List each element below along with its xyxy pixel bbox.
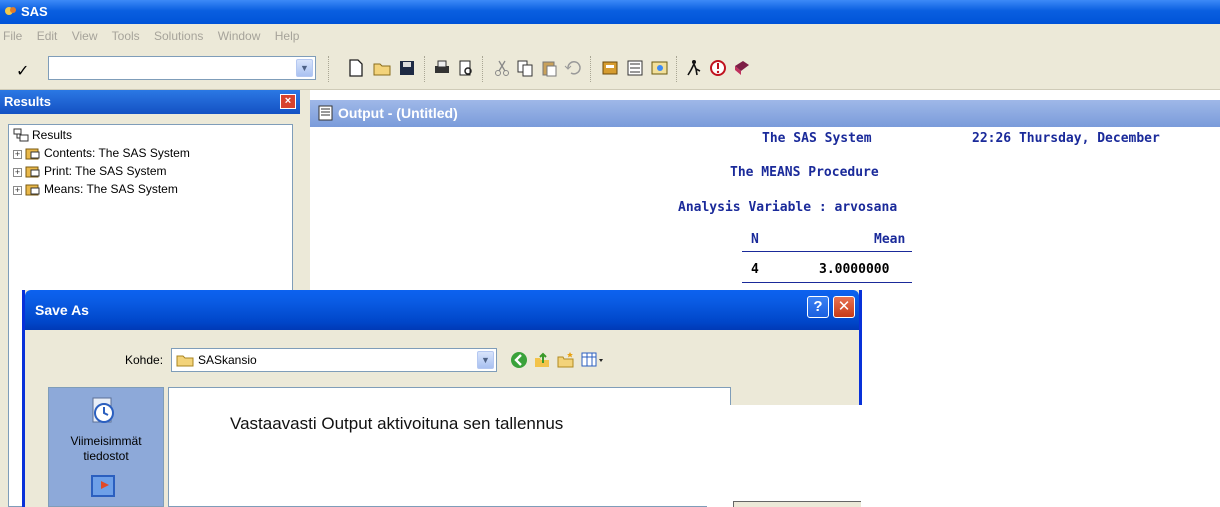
places-bar: Viimeisimmät tiedostot — [48, 387, 164, 507]
find-icon[interactable] — [650, 58, 670, 78]
back-icon[interactable] — [510, 351, 528, 369]
help-button[interactable]: ? — [807, 296, 829, 318]
recent-files-label-line1: Viimeisimmät — [70, 434, 142, 448]
save-icon[interactable] — [397, 58, 417, 78]
submit-icon[interactable] — [708, 58, 728, 78]
copy-icon[interactable] — [515, 58, 535, 78]
menu-tools[interactable]: Tools — [112, 29, 140, 43]
expand-icon[interactable]: + — [13, 186, 22, 195]
output-column-mean: Mean — [874, 232, 906, 247]
chevron-down-icon[interactable]: ▼ — [296, 59, 313, 77]
explorer-icon[interactable] — [625, 58, 645, 78]
recent-files-icon[interactable] — [89, 396, 119, 426]
results-panel-title: Results — [4, 94, 51, 109]
save-as-title: Save As — [35, 302, 89, 318]
undo-icon[interactable] — [563, 58, 583, 78]
help-book-icon[interactable] — [732, 58, 752, 78]
output-analysis-variable: Analysis Variable : arvosana — [678, 200, 898, 215]
tree-root[interactable]: Results — [13, 126, 72, 144]
tree-item-label: Print: The SAS System — [44, 164, 167, 178]
command-input[interactable]: ▼ — [48, 56, 316, 80]
menu-bar: File Edit View Tools Solutions Window He… — [0, 24, 1220, 48]
toolbar: ✓ ▼ — [0, 48, 1220, 90]
view-menu-icon[interactable] — [581, 351, 605, 369]
print-icon[interactable] — [432, 58, 452, 78]
output-window-icon — [318, 105, 333, 121]
output-column-n: N — [751, 232, 759, 247]
results-panel-header: Results × — [0, 90, 300, 114]
caption-background — [707, 405, 1220, 507]
menu-view[interactable]: View — [72, 29, 98, 43]
save-as-title-bar[interactable]: Save As ? ✕ — [25, 290, 859, 330]
up-folder-icon[interactable] — [533, 351, 551, 369]
output-value-n: 4 — [751, 262, 759, 277]
close-button[interactable]: ✕ — [833, 296, 855, 318]
sas-app-icon — [5, 7, 16, 15]
expand-icon[interactable]: + — [13, 168, 22, 177]
folder-icon — [176, 355, 194, 367]
tree-item-label: Means: The SAS System — [44, 182, 178, 196]
caption-text: Vastaavasti Output aktivoituna sen talle… — [230, 414, 564, 433]
output-window-title-bar[interactable]: Output - (Untitled) — [310, 100, 1220, 127]
output-system-title: The SAS System — [762, 131, 872, 146]
save-button[interactable] — [733, 501, 861, 507]
menu-solutions[interactable]: Solutions — [154, 29, 203, 43]
recent-files-label-line2: tiedostot — [83, 449, 129, 463]
tree-root-label: Results — [32, 128, 73, 142]
output-window-title: Output - (Untitled) — [338, 105, 458, 121]
output-table-rule — [742, 251, 912, 252]
app-title-bar: SAS — [0, 0, 1220, 24]
expand-icon[interactable]: + — [13, 150, 22, 159]
results-folder-icon — [25, 166, 40, 178]
menu-window[interactable]: Window — [218, 29, 261, 43]
new-icon[interactable] — [346, 58, 366, 78]
command-check-icon[interactable]: ✓ — [16, 61, 29, 81]
cut-icon[interactable] — [492, 58, 512, 78]
results-folder-icon — [25, 148, 40, 160]
menu-help[interactable]: Help — [275, 29, 300, 43]
paste-icon[interactable] — [539, 58, 559, 78]
results-root-icon — [13, 128, 29, 142]
output-timestamp: 22:26 Thursday, December — [972, 131, 1160, 146]
toolbar-separator — [676, 56, 678, 82]
run-icon[interactable] — [684, 58, 704, 78]
toolbar-separator — [424, 56, 426, 82]
output-procedure: The MEANS Procedure — [730, 165, 879, 180]
location-value: SASkansio — [198, 353, 257, 367]
chevron-down-icon[interactable]: ▼ — [477, 351, 494, 369]
tree-item-means[interactable]: + Means: The SAS System — [13, 180, 178, 198]
tree-item-label: Contents: The SAS System — [44, 146, 190, 160]
app-title: SAS — [21, 4, 48, 19]
toolbar-separator — [328, 56, 330, 82]
open-icon[interactable] — [372, 58, 392, 78]
location-select[interactable]: SASkansio ▼ — [171, 348, 497, 372]
toolbar-separator — [482, 56, 484, 82]
recent-files-label[interactable]: Viimeisimmät tiedostot — [49, 434, 163, 464]
location-label: Kohde: — [125, 353, 164, 367]
desktop-icon[interactable] — [89, 473, 117, 501]
tree-item-contents[interactable]: + Contents: The SAS System — [13, 144, 190, 162]
toolbar-separator — [590, 56, 592, 82]
tree-item-print[interactable]: + Print: The SAS System — [13, 162, 167, 180]
new-folder-icon[interactable] — [557, 351, 575, 369]
menu-file[interactable]: File — [3, 29, 22, 43]
output-value-mean: 3.0000000 — [819, 262, 890, 277]
libraries-icon[interactable] — [600, 58, 620, 78]
output-table-rule — [742, 282, 912, 283]
results-folder-icon — [25, 184, 40, 196]
close-icon[interactable]: × — [280, 94, 296, 109]
print-preview-icon[interactable] — [456, 58, 476, 78]
file-list[interactable] — [168, 387, 731, 507]
menu-edit[interactable]: Edit — [37, 29, 58, 43]
